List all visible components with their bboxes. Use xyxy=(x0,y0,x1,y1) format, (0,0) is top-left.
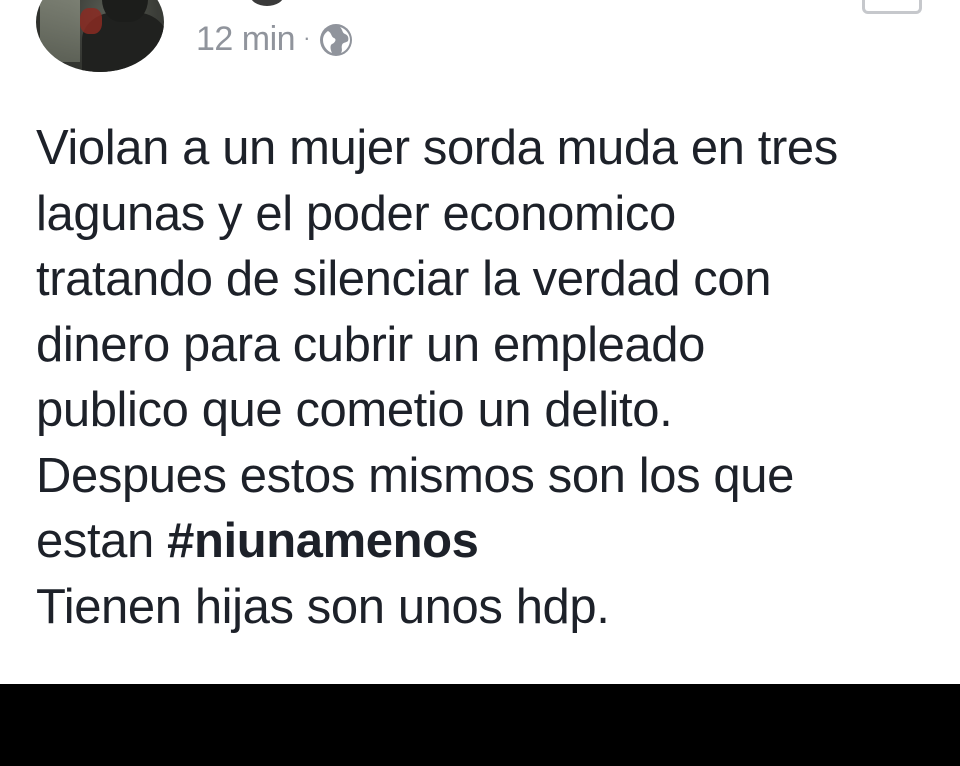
post-body: Violan a un mujer sorda muda en tres lag… xyxy=(36,116,936,640)
post-text-line: lagunas y el poder economico xyxy=(36,186,676,241)
post-text-line: Despues estos mismos son los que xyxy=(36,448,794,503)
globe-icon[interactable] xyxy=(318,22,354,58)
post-timestamp[interactable]: 12 min xyxy=(196,20,296,59)
post-meta: 12 min · xyxy=(196,20,354,59)
bottom-black-bar xyxy=(0,684,960,766)
post-text-line: Tienen hijas son unos hdp. xyxy=(36,579,610,634)
post-options-button[interactable] xyxy=(862,0,922,14)
post-text-line-hashtag: estan #niunamenos xyxy=(36,509,936,575)
author-name-cropped[interactable] xyxy=(250,0,284,6)
avatar-photo-accent xyxy=(80,8,102,34)
avatar-photo-background xyxy=(40,0,80,62)
post-card: 12 min · Violan a un mujer sorda muda en… xyxy=(0,0,960,684)
hashtag-link[interactable]: #niunamenos xyxy=(167,514,479,568)
post-text-prefix: estan xyxy=(36,514,168,568)
post-text-line: Violan a un mujer sorda muda en tres xyxy=(36,121,838,175)
post-text-line: dinero para cubrir un empleado xyxy=(36,317,705,372)
meta-separator: · xyxy=(303,24,310,50)
post-text-line: publico que cometio un delito. xyxy=(36,383,673,437)
post-text-line: tratando de silenciar la verdad con xyxy=(36,252,772,306)
avatar[interactable] xyxy=(36,0,164,72)
